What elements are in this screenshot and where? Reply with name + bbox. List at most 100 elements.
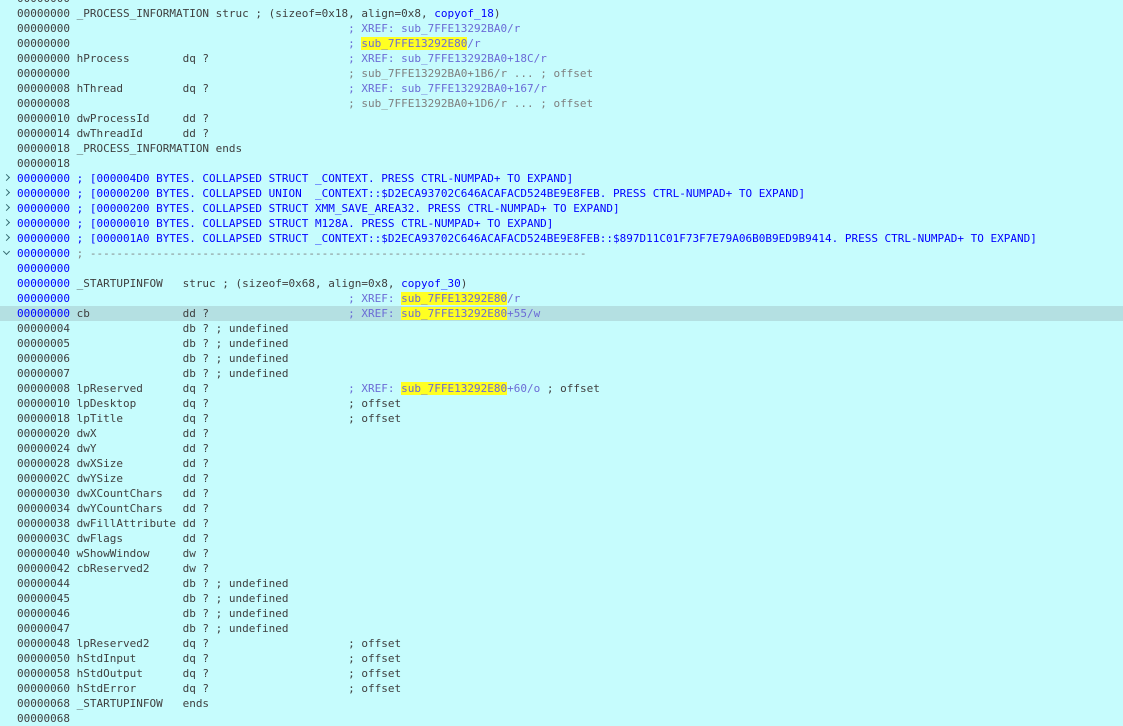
line-address: 00000048 (17, 637, 70, 650)
listing-line[interactable]: 00000014 dwThreadId dd ? (0, 126, 1123, 141)
highlighted-xref[interactable]: sub_7FFE13292E80 (401, 382, 508, 395)
line-address: 00000060 (17, 682, 70, 695)
listing-line[interactable]: 00000004 db ? ; undefined (0, 321, 1123, 336)
fold-gutter[interactable] (0, 246, 16, 261)
chevron-down-icon[interactable] (2, 247, 11, 256)
line-token[interactable]: ; [000001A0 BYTES. COLLAPSED STRUCT _CON… (70, 232, 1037, 245)
listing-line[interactable]: 00000007 db ? ; undefined (0, 366, 1123, 381)
fold-gutter (0, 681, 16, 696)
listing-line[interactable]: 00000000 ; sub_7FFE13292BA0+1B6/r ... ; … (0, 66, 1123, 81)
line-token: ; XREF: (348, 307, 402, 320)
chevron-right-icon[interactable] (2, 188, 11, 197)
fold-gutter (0, 561, 16, 576)
line-address: 00000020 (17, 427, 70, 440)
line-token: +55/w (507, 307, 541, 320)
fold-gutter (0, 636, 16, 651)
line-token[interactable]: ; [00000010 BYTES. COLLAPSED STRUCT M128… (70, 217, 554, 230)
listing-line[interactable]: 00000058 hStdOutput dq ? ; offset (0, 666, 1123, 681)
listing-line[interactable]: 00000018 _PROCESS_INFORMATION ends (0, 141, 1123, 156)
line-token: ; sub_7FFE13292BA0+1B6/r ... ; offset (348, 67, 594, 80)
listing-line[interactable]: 00000000 (0, 261, 1123, 276)
listing-line[interactable]: 00000010 lpDesktop dq ? ; offset (0, 396, 1123, 411)
fold-gutter[interactable] (0, 216, 16, 231)
line-address: 00000047 (17, 622, 70, 635)
line-address: 0000002C (17, 472, 70, 485)
collapsed-struct-line[interactable]: 00000000 ; [000001A0 BYTES. COLLAPSED ST… (0, 231, 1123, 246)
listing-line[interactable]: 00000024 dwY dd ? (0, 441, 1123, 456)
highlighted-xref[interactable]: sub_7FFE13292E80 (401, 292, 508, 305)
listing-line[interactable]: 00000034 dwYCountChars dd ? (0, 501, 1123, 516)
listing-line[interactable]: 00000006 db ? ; undefined (0, 351, 1123, 366)
listing-line[interactable]: 00000060 hStdError dq ? ; offset (0, 681, 1123, 696)
listing-line[interactable]: 0000003C dwFlags dd ? (0, 531, 1123, 546)
listing-line[interactable]: 00000008 hThread dq ? ; XREF: sub_7FFE13… (0, 81, 1123, 96)
listing-line[interactable]: 00000030 dwXCountChars dd ? (0, 486, 1123, 501)
line-text: 0000003C dwFlags dd ? (17, 531, 209, 546)
listing-line[interactable]: 00000038 dwFillAttribute dd ? (0, 516, 1123, 531)
collapsed-struct-line[interactable]: 00000000 ; [00000010 BYTES. COLLAPSED ST… (0, 216, 1123, 231)
collapsed-struct-line[interactable]: 00000000 ; [00000200 BYTES. COLLAPSED UN… (0, 186, 1123, 201)
collapsed-struct-line[interactable]: 00000000 ; [00000200 BYTES. COLLAPSED ST… (0, 201, 1123, 216)
listing-line[interactable]: 00000008 ; sub_7FFE13292BA0+1D6/r ... ; … (0, 96, 1123, 111)
line-token: db ? ; undefined (69, 622, 289, 635)
listing-line[interactable]: 00000000 ; XREF: sub_7FFE13292E80/r (0, 291, 1123, 306)
chevron-right-icon[interactable] (2, 233, 11, 242)
listing-line[interactable]: 00000010 dwProcessId dd ? (0, 111, 1123, 126)
line-token[interactable]: ; [00000200 BYTES. COLLAPSED STRUCT XMM_… (70, 202, 620, 215)
line-address: 00000000 (17, 0, 70, 5)
listing-line[interactable]: 00000040 wShowWindow dw ? (0, 546, 1123, 561)
line-address: 00000018 (17, 412, 70, 425)
listing-line[interactable]: 00000018 lpTitle dq ? ; offset (0, 411, 1123, 426)
listing-line[interactable]: 00000000 ; sub_7FFE13292E80/r (0, 36, 1123, 51)
listing-line[interactable]: 00000000 ; XREF: sub_7FFE13292BA0/r (0, 21, 1123, 36)
chevron-right-icon[interactable] (2, 203, 11, 212)
listing-line[interactable]: 00000042 cbReserved2 dw ? (0, 561, 1123, 576)
line-text: 00000008 hThread dq ? ; XREF: sub_7FFE13… (17, 81, 547, 96)
listing-line[interactable]: 00000000 _PROCESS_INFORMATION struc ; (s… (0, 6, 1123, 21)
fold-gutter (0, 606, 16, 621)
line-token[interactable]: copyof_30 (401, 277, 461, 290)
listing-line[interactable]: 00000045 db ? ; undefined (0, 591, 1123, 606)
chevron-right-icon[interactable] (2, 218, 11, 227)
collapsed-struct-line[interactable]: 00000000 ; [000004D0 BYTES. COLLAPSED ST… (0, 171, 1123, 186)
highlighted-xref[interactable]: sub_7FFE13292E80 (361, 37, 468, 50)
listing-line[interactable]: 0000002C dwYSize dd ? (0, 471, 1123, 486)
listing-line[interactable]: 00000068 (0, 711, 1123, 726)
line-address: 00000045 (17, 592, 70, 605)
line-text: 00000000 _PROCESS_INFORMATION struc ; (s… (17, 6, 500, 21)
line-token: dwThreadId dd ? (69, 127, 210, 140)
listing-line[interactable]: 00000044 db ? ; undefined (0, 576, 1123, 591)
listing-line[interactable]: 00000000 cb dd ? ; XREF: sub_7FFE13292E8… (0, 306, 1123, 321)
listing-line[interactable]: 00000048 lpReserved2 dq ? ; offset (0, 636, 1123, 651)
highlighted-xref[interactable]: sub_7FFE13292E80 (401, 307, 508, 320)
listing-line[interactable]: 00000028 dwXSize dd ? (0, 456, 1123, 471)
fold-gutter (0, 141, 16, 156)
listing-line[interactable]: 00000000 hProcess dq ? ; XREF: sub_7FFE1… (0, 51, 1123, 66)
listing-line[interactable]: 00000047 db ? ; undefined (0, 621, 1123, 636)
listing-line[interactable]: 00000020 dwX dd ? (0, 426, 1123, 441)
line-address: 00000050 (17, 652, 70, 665)
listing-line[interactable]: 00000005 db ? ; undefined (0, 336, 1123, 351)
listing-line[interactable]: 00000050 hStdInput dq ? ; offset (0, 651, 1123, 666)
line-address: 00000000 (17, 22, 70, 35)
line-address: 00000038 (17, 517, 70, 530)
fold-gutter (0, 351, 16, 366)
chevron-right-icon[interactable] (2, 173, 11, 182)
structures-view[interactable]: 0000000000000000 _PROCESS_INFORMATION st… (0, 0, 1123, 726)
fold-gutter (0, 36, 16, 51)
fold-gutter[interactable] (0, 186, 16, 201)
line-token[interactable]: ; [00000200 BYTES. COLLAPSED UNION _CONT… (70, 187, 806, 200)
listing-line[interactable]: 00000068 _STARTUPINFOW ends (0, 696, 1123, 711)
fold-gutter[interactable] (0, 171, 16, 186)
fold-gutter[interactable] (0, 231, 16, 246)
listing-line[interactable]: 00000000 _STARTUPINFOW struc ; (sizeof=0… (0, 276, 1123, 291)
listing-line[interactable]: 00000018 (0, 156, 1123, 171)
line-token[interactable]: ; [000004D0 BYTES. COLLAPSED STRUCT _CON… (70, 172, 574, 185)
listing-line[interactable]: 00000046 db ? ; undefined (0, 606, 1123, 621)
listing-line[interactable]: 00000008 lpReserved dq ? ; XREF: sub_7FF… (0, 381, 1123, 396)
collapsed-struct-line[interactable]: 00000000 ; -----------------------------… (0, 246, 1123, 261)
line-address: 00000068 (17, 697, 70, 710)
line-token: ; (348, 37, 362, 50)
line-token[interactable]: copyof_18 (434, 7, 494, 20)
fold-gutter[interactable] (0, 201, 16, 216)
